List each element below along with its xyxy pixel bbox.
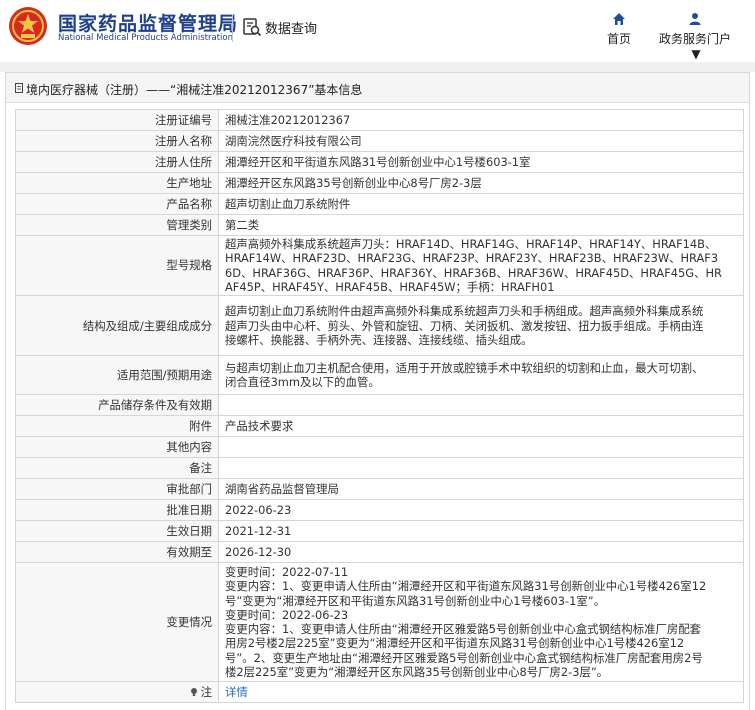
structure-composition-label: 结构及组成/主要组成成分 [15, 295, 219, 357]
change-history-value: 变更时间：2022-07-11 变更内容：1、变更申请人住所由“湘潭经开区和平街… [218, 562, 744, 683]
production-address-value: 湘潭经开区东风路35号创新创业中心8号厂房2-3层 [218, 172, 744, 194]
note-label-cell: 注 [15, 681, 219, 704]
storage-conditions-label: 产品储存条件及有效期 [15, 394, 219, 417]
detail-panel: 境内医疗器械（注册）——“湘械注准20212012367”基本信息 注册证编号湘… [5, 72, 750, 710]
row-intended-use: 适用范围/预期用途 与超声切割止血刀主机配合使用，适用于开放或腔镜手术中软组织的切… [15, 355, 744, 396]
chevron-down-icon: ▼ [691, 47, 701, 61]
database-search-icon [243, 18, 262, 37]
approval-date-label: 批准日期 [15, 499, 219, 522]
row-storage-conditions: 产品储存条件及有效期 [15, 394, 744, 417]
other-content-value [218, 436, 744, 459]
row-approval-date: 批准日期 2022-06-23 [15, 499, 744, 522]
structure-composition-value: 超声切割止血刀系统附件由超声高频外科集成系统超声刀头和手柄组成。超声高频外科集成… [218, 295, 744, 357]
row-registrant-name: 注册人名称 湖南浣然医疗科技有限公司 [15, 130, 744, 152]
management-category-value: 第二类 [218, 214, 744, 236]
production-address-label: 生产地址 [15, 172, 219, 194]
details-link[interactable]: 详情 [225, 685, 248, 699]
row-attachment: 附件 产品技术要求 [15, 415, 744, 438]
row-other-content: 其他内容 [15, 436, 744, 459]
site-header: 国家药品监督管理局 National Medical Products Admi… [0, 0, 755, 62]
approval-department-label: 审批部门 [15, 478, 219, 501]
registrant-name-label: 注册人名称 [15, 130, 219, 152]
registrant-address-label: 注册人住所 [15, 151, 219, 173]
product-name-value: 超声切割止血刀系统附件 [218, 193, 744, 215]
nav-service-portal[interactable]: 政务服务门户▼ [657, 12, 733, 61]
header-divider [232, 14, 233, 42]
row-change-history: 变更情况 变更时间：2022-07-11 变更内容：1、变更申请人住所由“湘潭经开… [15, 562, 744, 683]
header-separator [0, 62, 755, 72]
row-registrant-address: 注册人住所 湘潭经开区和平街道东风路31号创新创业中心1号楼603-1室 [15, 151, 744, 173]
data-query-label: 数据查询 [265, 21, 318, 37]
registration-number-value: 湘械注准20212012367 [218, 109, 744, 131]
page-title: 境内医疗器械（注册）——“湘械注准20212012367”基本信息 [26, 83, 363, 97]
user-icon [689, 13, 701, 25]
title-bar: 境内医疗器械（注册）——“湘械注准20212012367”基本信息 [6, 73, 749, 103]
site-name-cn[interactable]: 国家药品监督管理局 [58, 9, 238, 36]
effective-date-value: 2021-12-31 [218, 520, 744, 543]
other-content-label: 其他内容 [15, 436, 219, 459]
row-remarks: 备注 [15, 457, 744, 480]
row-note: 注详情 [15, 681, 744, 704]
approval-department-value: 湖南省药品监督管理局 [218, 478, 744, 501]
effective-date-label: 生效日期 [15, 520, 219, 543]
document-icon [15, 83, 23, 93]
product-name-label: 产品名称 [15, 193, 219, 215]
data-query-link[interactable]: 数据查询 [242, 15, 317, 39]
change-history-label: 变更情况 [15, 562, 219, 683]
lightbulb-icon [190, 688, 197, 697]
info-table: 注册证编号 湘械注准20212012367 注册人名称 湖南浣然医疗科技有限公司 注册人… [15, 109, 744, 704]
row-production-address: 生产地址 湘潭经开区东风路35号创新创业中心8号厂房2-3层 [15, 172, 744, 194]
attachment-value: 产品技术要求 [218, 415, 744, 438]
note-value-cell: 详情 [218, 681, 744, 704]
row-product-name: 产品名称 超声切割止血刀系统附件 [15, 193, 744, 215]
row-registration-number: 注册证编号 湘械注准20212012367 [15, 109, 744, 131]
model-spec-label: 型号规格 [15, 234, 219, 297]
storage-conditions-value [218, 394, 744, 417]
attachment-label: 附件 [15, 415, 219, 438]
row-structure-composition: 结构及组成/主要组成成分 超声切割止血刀系统附件由超声高频外科集成系统超声刀头和手… [15, 295, 744, 357]
row-approval-department: 审批部门 湖南省药品监督管理局 [15, 478, 744, 501]
remarks-value [218, 457, 744, 480]
expiry-date-value: 2026-12-30 [218, 541, 744, 564]
site-name-en[interactable]: National Medical Products Administration [58, 33, 233, 43]
national-emblem-icon[interactable] [8, 6, 48, 46]
home-icon [613, 13, 625, 25]
row-expiry-date: 有效期至 2026-12-30 [15, 541, 744, 564]
note-label: 注 [200, 685, 212, 700]
intended-use-value: 与超声切割止血刀主机配合使用，适用于开放或腔镜手术中软组织的切割和止血，最大可切… [218, 355, 744, 396]
management-category-label: 管理类别 [15, 214, 219, 236]
expiry-date-label: 有效期至 [15, 541, 219, 564]
row-model-spec: 型号规格 超声高频外科集成系统超声刀头：HRAF14D、HRAF14G、HRAF1… [15, 234, 744, 297]
nav-service-portal-label: 政务服务门户 [658, 32, 731, 46]
registrant-name-value: 湖南浣然医疗科技有限公司 [218, 130, 744, 152]
intended-use-label: 适用范围/预期用途 [15, 355, 219, 396]
nav-home[interactable]: 首页 [604, 12, 634, 47]
remarks-label: 备注 [15, 457, 219, 480]
row-management-category: 管理类别 第二类 [15, 214, 744, 236]
approval-date-value: 2022-06-23 [218, 499, 744, 522]
registrant-address-value: 湘潭经开区和平街道东风路31号创新创业中心1号楼603-1室 [218, 151, 744, 173]
row-effective-date: 生效日期 2021-12-31 [15, 520, 744, 543]
model-spec-value: 超声高频外科集成系统超声刀头：HRAF14D、HRAF14G、HRAF14P、H… [218, 234, 744, 297]
nav-home-label: 首页 [606, 32, 631, 46]
registration-number-label: 注册证编号 [15, 109, 219, 131]
